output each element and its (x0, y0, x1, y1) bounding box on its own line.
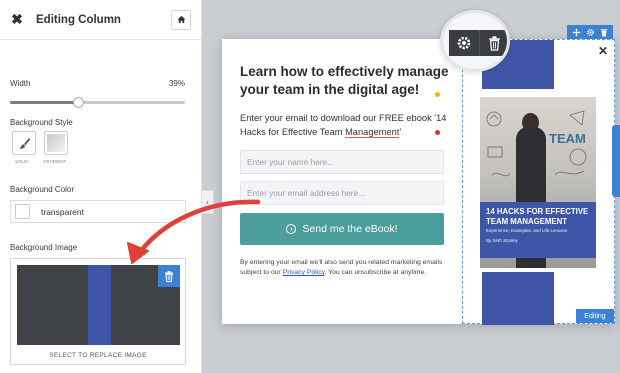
move-icon[interactable] (572, 27, 581, 37)
subtext-underlined: Management (345, 127, 400, 138)
panel-title: Editing Column (36, 13, 121, 26)
red-dot-decoration (435, 130, 440, 135)
gradient-swatch (47, 134, 65, 152)
chevron-left-icon: ‹ (206, 197, 209, 207)
background-style-label: Background Style (10, 118, 73, 127)
background-image-picker[interactable]: SELECT TO REPLACE IMAGE (10, 258, 186, 365)
style-option-gradient-label: GRADIENT (43, 159, 67, 164)
trash-icon (165, 270, 173, 282)
width-label: Width (10, 79, 31, 88)
popup-subtext: Enter your email to download our FREE eb… (240, 111, 450, 139)
disclaimer-text: By entering your email we'll also send y… (240, 258, 448, 278)
background-image-label: Background Image (10, 243, 78, 252)
background-color-value: transparent (41, 206, 84, 217)
background-color-field[interactable]: transparent (10, 200, 186, 223)
send-ebook-label: Send me the eBook! (302, 223, 398, 235)
collapse-panel-button[interactable]: ‹ (202, 190, 214, 214)
ebook-cover: TEAM 14 HACKS FOR EFFECTIVE TEAM MANAGEM… (480, 97, 596, 268)
send-ebook-button[interactable]: › Send me the eBook! (240, 213, 444, 245)
style-option-solid[interactable] (12, 131, 36, 155)
panel-header: ✖ Editing Column (0, 0, 201, 40)
magnified-settings-button[interactable] (449, 30, 479, 56)
editing-badge: Editing (576, 309, 614, 323)
toolbar-magnifier-callout (440, 10, 510, 72)
magnified-column-toolbar (449, 30, 508, 56)
width-value: 39% (168, 79, 185, 88)
background-image-preview[interactable] (17, 265, 180, 345)
style-option-solid-label: SOLID (15, 159, 29, 164)
width-row: Width 39% (10, 79, 185, 88)
color-swatch[interactable] (15, 204, 30, 219)
popup-close-icon[interactable]: ✕ (598, 44, 608, 58)
replace-image-label[interactable]: SELECT TO REPLACE IMAGE (11, 352, 185, 359)
arrow-circle-icon: › (286, 224, 297, 234)
width-slider-fill (10, 101, 78, 104)
home-icon (176, 15, 186, 24)
disclaimer-tail: . You can unsubscribe at anytime. (324, 269, 427, 276)
width-slider[interactable] (10, 97, 185, 108)
ebook-wall-word: TEAM (549, 131, 586, 146)
magnified-delete-button[interactable] (478, 30, 508, 56)
column-background-stripe-bottom (482, 272, 554, 325)
yellow-dot-decoration (435, 92, 440, 97)
home-button[interactable] (171, 9, 191, 30)
optin-popup: Learn how to effectively manage your tea… (222, 39, 615, 325)
background-color-label: Background Color (10, 185, 75, 194)
name-input[interactable]: Enter your name here... (240, 150, 444, 174)
ebook-author: By Seth Stanley (486, 238, 519, 243)
close-panel-button[interactable]: ✖ (10, 11, 24, 27)
column-toolbar (567, 25, 613, 39)
popup-headline: Learn how to effectively manage your tea… (240, 64, 449, 97)
remove-image-button[interactable] (158, 265, 180, 287)
subtext-tail: ' (399, 127, 402, 137)
width-slider-handle[interactable] (73, 97, 84, 108)
ebook-title-band: 14 HACKS FOR EFFECTIVE TEAM MANAGEMENT E… (480, 202, 596, 258)
ebook-title: 14 HACKS FOR EFFECTIVE TEAM MANAGEMENT (486, 207, 589, 226)
ebook-subtitle: Experience, Examples, and Life Lessons (486, 228, 568, 233)
subtext-lead: Enter your email to download our FREE eb… (240, 113, 447, 137)
privacy-policy-link[interactable]: Privacy Policy (283, 269, 325, 276)
style-option-gradient[interactable] (44, 131, 68, 155)
email-input[interactable]: Enter your email address here... (240, 181, 444, 205)
gear-icon (457, 36, 471, 50)
right-side-tab[interactable] (612, 125, 620, 197)
image-preview-stripe (88, 265, 111, 345)
trash-icon (489, 35, 500, 51)
paint-brush-icon (18, 137, 30, 149)
editing-panel: ✖ Editing Column Width 39% Background St… (0, 0, 202, 373)
gear-icon[interactable] (586, 28, 595, 37)
editing-column[interactable]: TEAM 14 HACKS FOR EFFECTIVE TEAM MANAGEM… (462, 39, 615, 325)
trash-icon[interactable] (600, 28, 608, 37)
